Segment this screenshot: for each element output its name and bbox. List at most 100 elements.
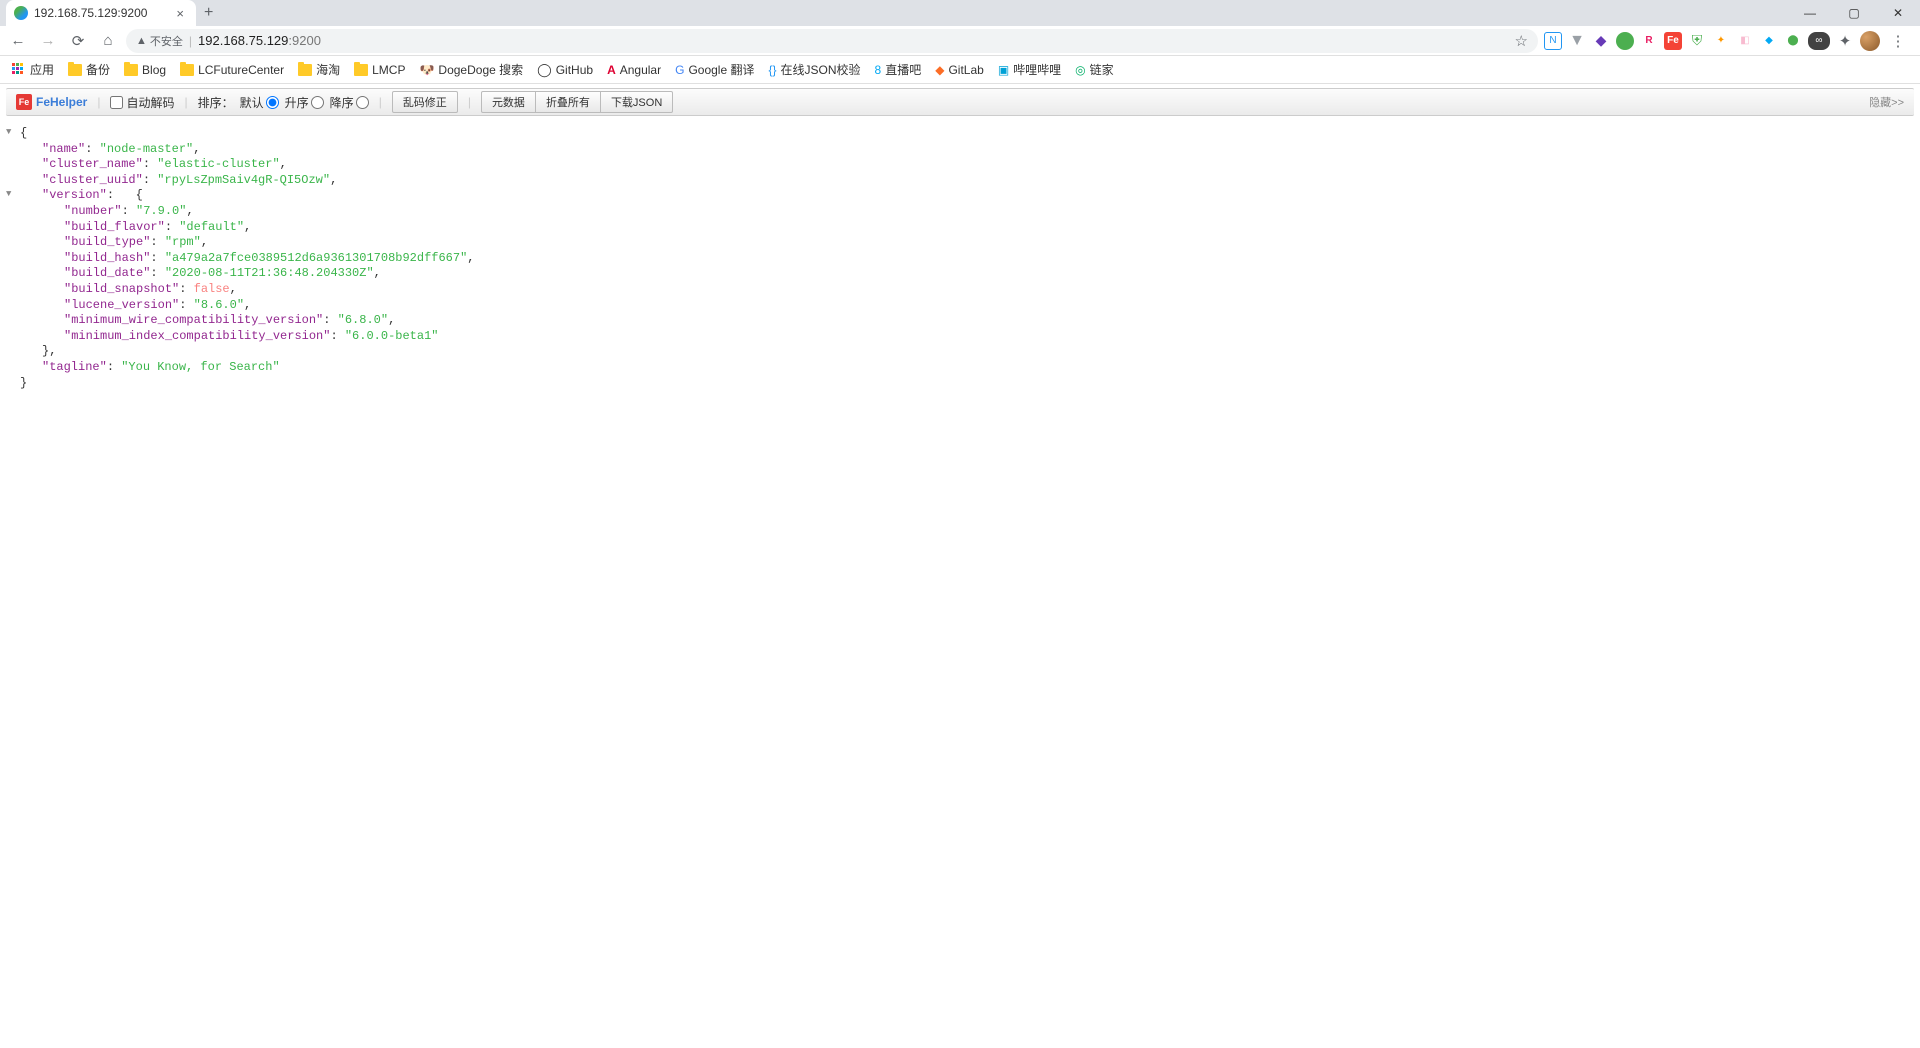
apps-button[interactable]: 应用 (8, 58, 58, 81)
sort-label: 排序： (198, 94, 234, 111)
folder-icon (68, 64, 82, 76)
json-row-lucene-version: "lucene_version": "8.6.0", (20, 298, 1900, 314)
ext-icon-9[interactable]: ◧ (1736, 32, 1754, 50)
bookmark-zhibo8[interactable]: 8直播吧 (871, 58, 926, 81)
json-row-number: "number": "7.9.0", (20, 204, 1900, 220)
auto-decode-checkbox[interactable]: 自动解码 (110, 94, 174, 111)
ext-icon-6[interactable]: Fe (1664, 32, 1682, 50)
collapse-all-button[interactable]: 折叠所有 (536, 91, 601, 113)
profile-avatar[interactable] (1860, 31, 1880, 51)
home-button[interactable]: ⌂ (96, 29, 120, 53)
browser-menu-icon[interactable]: ⋮ (1886, 29, 1910, 53)
window-close-button[interactable]: ✕ (1876, 0, 1920, 26)
new-tab-button[interactable]: + (196, 0, 221, 26)
json-row-min-index: "minimum_index_compatibility_version": "… (20, 329, 1900, 345)
bookmark-blog[interactable]: Blog (120, 60, 170, 80)
reload-button[interactable]: ⟳ (66, 29, 90, 53)
json-row-cluster-uuid: "cluster_uuid": "rpyLsZpmSaiv4gR-QI5Ozw"… (20, 173, 1900, 189)
sort-asc-radio[interactable]: 升序 (285, 94, 324, 111)
fehelper-toolbar: Fe FeHelper | 自动解码 | 排序： 默认 升序 降序 | 乱码修正… (6, 88, 1914, 116)
sort-default-radio[interactable]: 默认 (240, 94, 279, 111)
ext-icon-1[interactable]: N (1544, 32, 1562, 50)
address-separator: | (189, 34, 192, 48)
browser-toolbar: ← → ⟳ ⌂ ▲ 不安全 | 192.168.75.129:9200 ☆ N … (0, 26, 1920, 56)
ext-icon-3[interactable]: ◆ (1592, 32, 1610, 50)
security-warning-icon[interactable]: ▲ 不安全 (136, 33, 183, 49)
window-controls: — ▢ ✕ (1788, 0, 1920, 26)
bookmark-lmcp[interactable]: LMCP (350, 60, 409, 80)
address-text: 192.168.75.129:9200 (198, 33, 321, 48)
sort-radio-group: 排序： 默认 升序 降序 (198, 94, 369, 111)
download-json-button[interactable]: 下载JSON (601, 91, 673, 113)
bookmark-google-translate[interactable]: GGoogle 翻译 (671, 58, 758, 81)
json-icon: {} (768, 63, 776, 77)
folder-icon (298, 64, 312, 76)
apps-label: 应用 (30, 61, 54, 78)
security-text: 不安全 (150, 33, 183, 49)
bookmark-dogedoge[interactable]: 🐶DogeDoge 搜索 (415, 58, 527, 81)
address-bar[interactable]: ▲ 不安全 | 192.168.75.129:9200 ☆ (126, 29, 1538, 53)
collapse-arrow-icon[interactable]: ▼ (6, 189, 11, 201)
ext-icon-12[interactable]: ∞ (1808, 32, 1830, 50)
auto-decode-input[interactable] (110, 96, 123, 109)
json-row-name: "name": "node-master", (20, 142, 1900, 158)
ext-icon-8[interactable]: ✦ (1712, 32, 1730, 50)
back-button[interactable]: ← (6, 29, 30, 53)
folder-icon (354, 64, 368, 76)
json-row-min-wire: "minimum_wire_compatibility_version": "6… (20, 313, 1900, 329)
json-row-build-type: "build_type": "rpm", (20, 235, 1900, 251)
json-row-tagline: "tagline": "You Know, for Search" (20, 360, 1900, 376)
browser-titlebar: 192.168.75.129:9200 × + — ▢ ✕ (0, 0, 1920, 26)
json-viewer: ▼ { "name": "node-master", "cluster_name… (0, 116, 1920, 401)
bookmark-bilibili[interactable]: ▣哔哩哔哩 (994, 58, 1065, 81)
json-row-cluster-name: "cluster_name": "elastic-cluster", (20, 157, 1900, 173)
raw-data-button[interactable]: 元数据 (481, 91, 536, 113)
bookmark-lianjia[interactable]: ◎链家 (1071, 58, 1118, 81)
folder-icon (124, 64, 138, 76)
browser-tab[interactable]: 192.168.75.129:9200 × (6, 0, 196, 26)
json-root-close: } (20, 376, 1900, 392)
ext-icon-2[interactable]: ▼ (1568, 32, 1586, 50)
translate-icon: G (675, 63, 684, 77)
window-maximize-button[interactable]: ▢ (1832, 0, 1876, 26)
json-root-open: ▼ { (20, 126, 1900, 142)
hide-toolbar-link[interactable]: 隐藏>> (1869, 94, 1904, 110)
bookmark-github[interactable]: ◯GitHub (533, 59, 597, 81)
close-tab-icon[interactable]: × (172, 6, 188, 21)
tab-favicon (14, 6, 28, 20)
angular-icon: A (607, 63, 616, 77)
github-icon: ◯ (537, 62, 552, 78)
fehelper-logo-icon: Fe (16, 94, 32, 110)
tab-title: 192.168.75.129:9200 (34, 6, 166, 20)
bookmark-json-validate[interactable]: {}在线JSON校验 (764, 58, 864, 81)
bookmark-backup[interactable]: 备份 (64, 58, 114, 81)
bookmark-star-icon[interactable]: ☆ (1515, 32, 1528, 50)
bookmarks-bar: 应用 备份 Blog LCFutureCenter 海淘 LMCP 🐶DogeD… (0, 56, 1920, 84)
fix-encoding-button[interactable]: 乱码修正 (392, 91, 458, 113)
sort-desc-radio[interactable]: 降序 (330, 94, 369, 111)
bookmark-lcfuture[interactable]: LCFutureCenter (176, 60, 288, 80)
collapse-arrow-icon[interactable]: ▼ (6, 127, 11, 139)
ext-icon-7[interactable]: ⛨ (1688, 32, 1706, 50)
gitlab-icon: ◆ (935, 63, 944, 77)
window-minimize-button[interactable]: — (1788, 0, 1832, 26)
bilibili-icon: ▣ (998, 63, 1009, 77)
apps-grid-icon (12, 63, 26, 77)
bookmark-haitao[interactable]: 海淘 (294, 58, 344, 81)
json-version-close: }, (20, 344, 1900, 360)
extensions-puzzle-icon[interactable]: ✦ (1836, 32, 1854, 50)
ext-icon-11[interactable]: ⬤ (1784, 32, 1802, 50)
fehelper-logo[interactable]: Fe FeHelper (16, 94, 87, 110)
zhibo-icon: 8 (875, 63, 882, 77)
bookmark-angular[interactable]: AAngular (603, 60, 665, 80)
ext-icon-10[interactable]: ◆ (1760, 32, 1778, 50)
folder-icon (180, 64, 194, 76)
json-row-build-snapshot: "build_snapshot": false, (20, 282, 1900, 298)
ext-icon-4[interactable] (1616, 32, 1634, 50)
forward-button[interactable]: → (36, 29, 60, 53)
bookmark-gitlab[interactable]: ◆GitLab (931, 60, 988, 80)
lianjia-icon: ◎ (1075, 63, 1085, 77)
extension-icons: N ▼ ◆ R Fe ⛨ ✦ ◧ ◆ ⬤ ∞ ✦ ⋮ (1544, 29, 1914, 53)
ext-icon-5[interactable]: R (1640, 32, 1658, 50)
doge-icon: 🐶 (419, 63, 434, 77)
